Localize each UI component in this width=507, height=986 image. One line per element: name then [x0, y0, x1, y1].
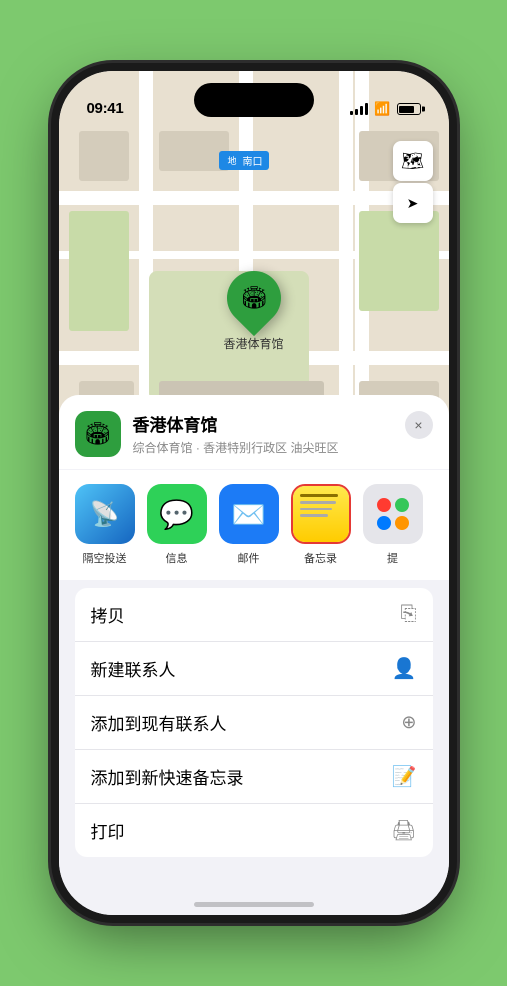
airdrop-icon: 📡: [75, 484, 135, 544]
sheet-header: 🏟 香港体育馆 综合体育馆 · 香港特别行政区 油尖旺区 ×: [59, 395, 449, 469]
share-item-airdrop[interactable]: 📡 隔空投送: [75, 484, 135, 566]
new-contact-icon: 👤: [392, 656, 417, 681]
metro-icon: 地: [225, 153, 240, 168]
share-item-mail[interactable]: ✉️ 邮件: [219, 484, 279, 566]
airdrop-label: 隔空投送: [83, 550, 127, 566]
more-label: 提: [387, 550, 398, 566]
more-icon: [363, 484, 423, 544]
wifi-icon: 📶: [374, 101, 390, 117]
quick-note-label: 添加到新快速备忘录: [91, 764, 244, 789]
action-add-to-contact[interactable]: 添加到现有联系人 ⊕: [75, 696, 433, 750]
mail-label: 邮件: [238, 550, 260, 566]
status-icons: 📶: [350, 101, 420, 117]
marker-pin: 🏟: [215, 260, 291, 336]
action-quick-note[interactable]: 添加到新快速备忘录 📝: [75, 750, 433, 804]
phone-frame: 09:41 📶: [59, 71, 449, 915]
action-new-contact[interactable]: 新建联系人 👤: [75, 642, 433, 696]
close-button[interactable]: ×: [405, 411, 433, 439]
venue-info: 香港体育馆 综合体育馆 · 香港特别行政区 油尖旺区: [133, 411, 433, 456]
venue-icon: 🏟: [75, 411, 121, 457]
add-contact-icon: ⊕: [401, 712, 416, 733]
venue-subtitle: 综合体育馆 · 香港特别行政区 油尖旺区: [133, 439, 433, 456]
add-contact-label: 添加到现有联系人: [91, 710, 227, 735]
notes-icon: [291, 484, 351, 544]
location-button[interactable]: ➤: [393, 183, 433, 223]
battery-icon: [397, 103, 421, 115]
home-indicator: [194, 902, 314, 907]
quick-note-icon: 📝: [392, 764, 417, 789]
location-icon: ➤: [407, 195, 419, 212]
metro-station-name: 南口: [243, 153, 263, 168]
metro-label: 地 南口: [219, 151, 269, 170]
stadium-icon: 🏟: [240, 285, 268, 311]
stadium-marker[interactable]: 🏟 香港体育馆: [223, 271, 283, 352]
mail-icon: ✉️: [219, 484, 279, 544]
venue-name: 香港体育馆: [133, 411, 433, 436]
map-type-button[interactable]: 🗺: [393, 141, 433, 181]
map-controls: 🗺 ➤: [393, 141, 433, 223]
marker-label: 香港体育馆: [223, 335, 283, 352]
close-icon: ×: [414, 417, 422, 433]
action-copy[interactable]: 拷贝 ⎘: [75, 588, 433, 642]
action-print[interactable]: 打印 🖨: [75, 804, 433, 857]
message-icon: 💬: [147, 484, 207, 544]
copy-label: 拷贝: [91, 602, 125, 627]
status-time: 09:41: [87, 100, 124, 117]
message-label: 信息: [166, 550, 188, 566]
print-icon: 🖨: [391, 818, 416, 843]
bottom-sheet: 🏟 香港体育馆 综合体育馆 · 香港特别行政区 油尖旺区 × 📡 隔空投送: [59, 395, 449, 915]
signal-icon: [350, 103, 368, 115]
share-item-notes[interactable]: 备忘录: [291, 484, 351, 566]
print-label: 打印: [91, 818, 125, 843]
share-item-message[interactable]: 💬 信息: [147, 484, 207, 566]
copy-icon: ⎘: [401, 603, 417, 626]
notes-label: 备忘录: [304, 550, 337, 566]
share-row: 📡 隔空投送 💬 信息 ✉️ 邮件: [59, 470, 449, 580]
action-list-container: 拷贝 ⎘ 新建联系人 👤 添加到现有联系人 ⊕ 添加到新快速备忘录 📝 打印: [59, 588, 449, 857]
action-list: 拷贝 ⎘ 新建联系人 👤 添加到现有联系人 ⊕ 添加到新快速备忘录 📝 打印: [75, 588, 433, 857]
dynamic-island: [194, 83, 314, 117]
map-type-icon: 🗺: [401, 151, 424, 172]
share-item-more[interactable]: 提: [363, 484, 423, 566]
new-contact-label: 新建联系人: [91, 656, 176, 681]
